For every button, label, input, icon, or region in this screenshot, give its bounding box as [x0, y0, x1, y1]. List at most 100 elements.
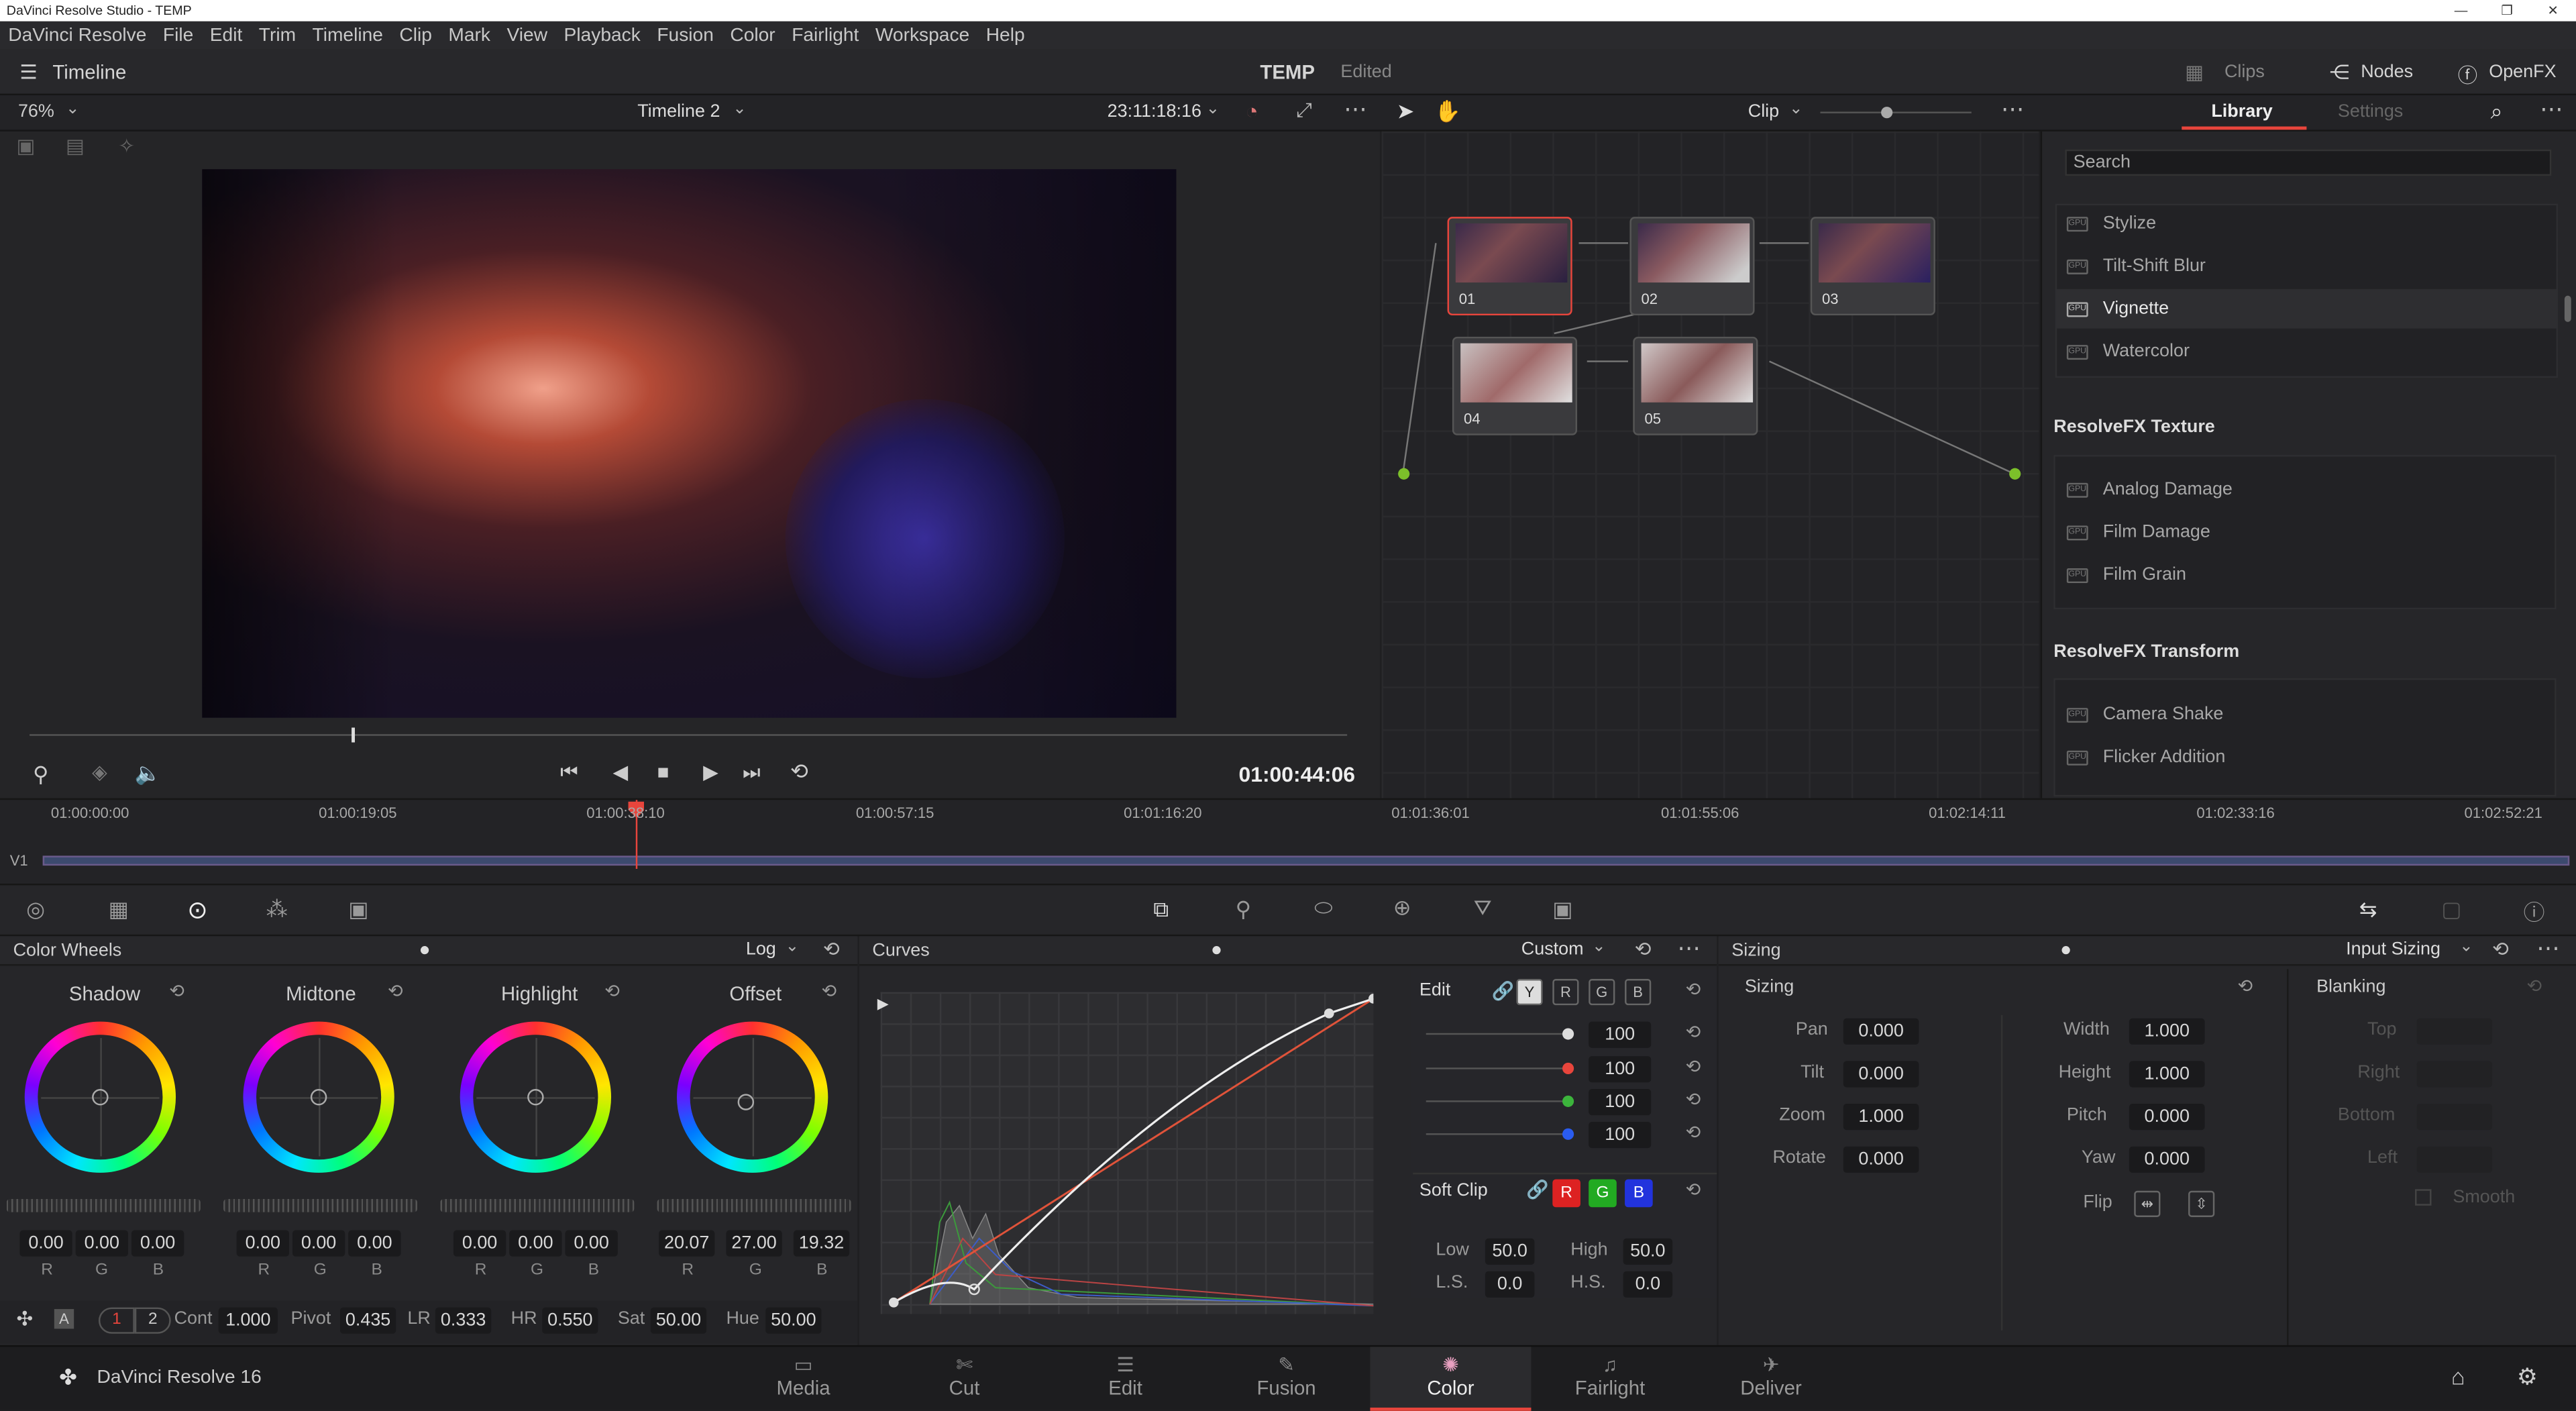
g-intensity-value[interactable]: 100: [1589, 1089, 1652, 1116]
blanking-right-value[interactable]: [2416, 1061, 2493, 1088]
clips-button[interactable]: Clips: [2224, 62, 2265, 82]
blanking-left-value[interactable]: [2416, 1146, 2493, 1173]
effect-camera-shake[interactable]: GPU Camera Shake: [2066, 704, 2223, 725]
effect-film-damage[interactable]: GPU Film Damage: [2066, 522, 2210, 542]
hr-value[interactable]: 0.550: [542, 1307, 598, 1334]
video-clip-bar[interactable]: [42, 855, 2570, 866]
effect-film-grain[interactable]: GPU Film Grain: [2066, 565, 2186, 584]
rotate-value[interactable]: 0.000: [1843, 1146, 1919, 1173]
chevron-down-icon[interactable]: ⌄: [1592, 938, 1606, 956]
rgb-mixer-icon[interactable]: ⁂: [266, 897, 288, 923]
curves-icon[interactable]: ⧉: [1153, 897, 1169, 923]
y-intensity-value[interactable]: 100: [1589, 1021, 1652, 1048]
b-intensity-slider[interactable]: [1426, 1133, 1571, 1135]
offset-r[interactable]: 20.07: [659, 1230, 715, 1257]
layers-icon[interactable]: ◈: [92, 760, 107, 783]
link-icon[interactable]: 🔗: [1492, 980, 1515, 1002]
channel-b[interactable]: B: [1625, 979, 1652, 1006]
shadow-g[interactable]: 0.00: [75, 1230, 129, 1257]
ls-value[interactable]: 0.0: [1485, 1271, 1535, 1298]
pitch-value[interactable]: 0.000: [2129, 1104, 2205, 1131]
pivot-value[interactable]: 0.435: [339, 1307, 396, 1334]
flip-vertical-icon[interactable]: ⇳: [2188, 1190, 2215, 1217]
timeline-toggle-label[interactable]: Timeline: [52, 61, 126, 84]
more-options-icon[interactable]: ⋯: [2001, 95, 2024, 123]
single-viewer-icon[interactable]: ▣: [16, 135, 35, 158]
menu-file[interactable]: File: [155, 25, 202, 45]
color-match-icon[interactable]: ▦: [109, 897, 129, 923]
output-port[interactable]: [2009, 468, 2021, 480]
reset-icon[interactable]: ⟲: [388, 980, 403, 1002]
lr-value[interactable]: 0.333: [435, 1307, 492, 1334]
midtone-g[interactable]: 0.00: [292, 1230, 345, 1257]
r-intensity-value[interactable]: 100: [1589, 1056, 1652, 1083]
effect-flicker-addition[interactable]: GPU Flicker Addition: [2066, 747, 2225, 767]
more-options-icon[interactable]: ⋯: [1677, 935, 1700, 963]
curves-mode-select[interactable]: Custom: [1521, 939, 1584, 959]
timeline-select[interactable]: Timeline 2: [637, 102, 720, 121]
tracker-icon[interactable]: ⊕: [1393, 895, 1411, 921]
close-icon[interactable]: ✕: [2530, 0, 2576, 21]
clips-icon[interactable]: ▦: [2185, 61, 2204, 84]
shadow-r[interactable]: 0.00: [19, 1230, 72, 1257]
source-port[interactable]: [1398, 468, 1410, 480]
midtone-wheel[interactable]: [243, 1021, 394, 1173]
menu-mark[interactable]: Mark: [440, 25, 498, 45]
volume-icon[interactable]: 🔈: [135, 760, 162, 786]
g-intensity-handle[interactable]: [1562, 1095, 1574, 1107]
camera-raw-icon[interactable]: ◎: [26, 897, 45, 923]
page-dot[interactable]: [420, 946, 429, 955]
nodes-icon[interactable]: ⋲: [2330, 61, 2349, 84]
menu-davinci[interactable]: DaVinci Resolve: [0, 25, 155, 45]
flip-horizontal-icon[interactable]: ⇹: [2134, 1190, 2161, 1217]
offset-g[interactable]: 27.00: [726, 1230, 782, 1257]
node-mode-select[interactable]: Clip: [1748, 102, 1779, 121]
reset-icon[interactable]: ⟲: [2492, 938, 2509, 961]
b-intensity-handle[interactable]: [1562, 1128, 1574, 1140]
effect-vignette[interactable]: GPU Vignette: [2066, 299, 2169, 319]
menu-help[interactable]: Help: [977, 25, 1032, 45]
source-timecode[interactable]: 23:11:18:16: [1108, 102, 1201, 121]
reset-icon[interactable]: ⟲: [1686, 1022, 1701, 1043]
go-to-end-icon[interactable]: ⏭: [743, 760, 760, 785]
y-intensity-handle[interactable]: [1562, 1028, 1574, 1040]
scrubber-track[interactable]: [30, 734, 1348, 736]
go-to-start-icon[interactable]: ⏮: [560, 760, 578, 785]
reset-icon[interactable]: ⟲: [1635, 938, 1652, 961]
more-options-icon[interactable]: ⋯: [2536, 935, 2559, 963]
page-dot[interactable]: [2061, 946, 2070, 955]
tab-settings[interactable]: Settings: [2338, 102, 2403, 121]
midtone-r[interactable]: 0.00: [236, 1230, 290, 1257]
gear-icon[interactable]: ⚙: [2517, 1363, 2538, 1392]
eyedropper-icon[interactable]: ⚲: [33, 762, 48, 788]
yaw-value[interactable]: 0.000: [2129, 1146, 2205, 1173]
node-02[interactable]: 02: [1629, 217, 1755, 316]
pan-value[interactable]: 0.000: [1843, 1018, 1919, 1045]
qualifier-icon[interactable]: ⚲: [1236, 897, 1251, 923]
play-icon[interactable]: ▶: [703, 760, 718, 783]
node-03[interactable]: 03: [1810, 217, 1935, 316]
chevron-down-icon[interactable]: ⌄: [2459, 938, 2473, 956]
reset-icon[interactable]: ⟲: [2238, 976, 2253, 997]
highlight-r[interactable]: 0.00: [453, 1230, 506, 1257]
page-color[interactable]: ✺ Color: [1370, 1347, 1532, 1411]
library-search-input[interactable]: Search: [2065, 149, 2552, 176]
reset-icon[interactable]: ⟲: [169, 980, 184, 1002]
menu-fairlight[interactable]: Fairlight: [784, 25, 867, 45]
auto-balance-icon[interactable]: ✣: [16, 1308, 33, 1330]
page-media[interactable]: ▭ Media: [723, 1347, 884, 1410]
fullscreen-icon[interactable]: ⤢: [1296, 99, 1312, 123]
menu-playback[interactable]: Playback: [555, 25, 649, 45]
scrubber-handle[interactable]: [352, 727, 355, 743]
page-dot[interactable]: [1212, 946, 1221, 955]
chevron-down-icon[interactable]: ⌄: [66, 100, 80, 118]
low-value[interactable]: 50.0: [1485, 1238, 1535, 1265]
link-icon[interactable]: 🔗: [1526, 1180, 1549, 1200]
search-icon[interactable]: ⌕: [2491, 99, 2503, 125]
reset-icon[interactable]: ⟲: [1686, 1122, 1701, 1143]
channel-r[interactable]: R: [1552, 979, 1579, 1006]
menu-trim[interactable]: Trim: [251, 25, 305, 45]
hs-value[interactable]: 0.0: [1623, 1271, 1673, 1298]
openfx-icon[interactable]: ⓕ: [2458, 61, 2477, 89]
midtone-b[interactable]: 0.00: [348, 1230, 401, 1257]
